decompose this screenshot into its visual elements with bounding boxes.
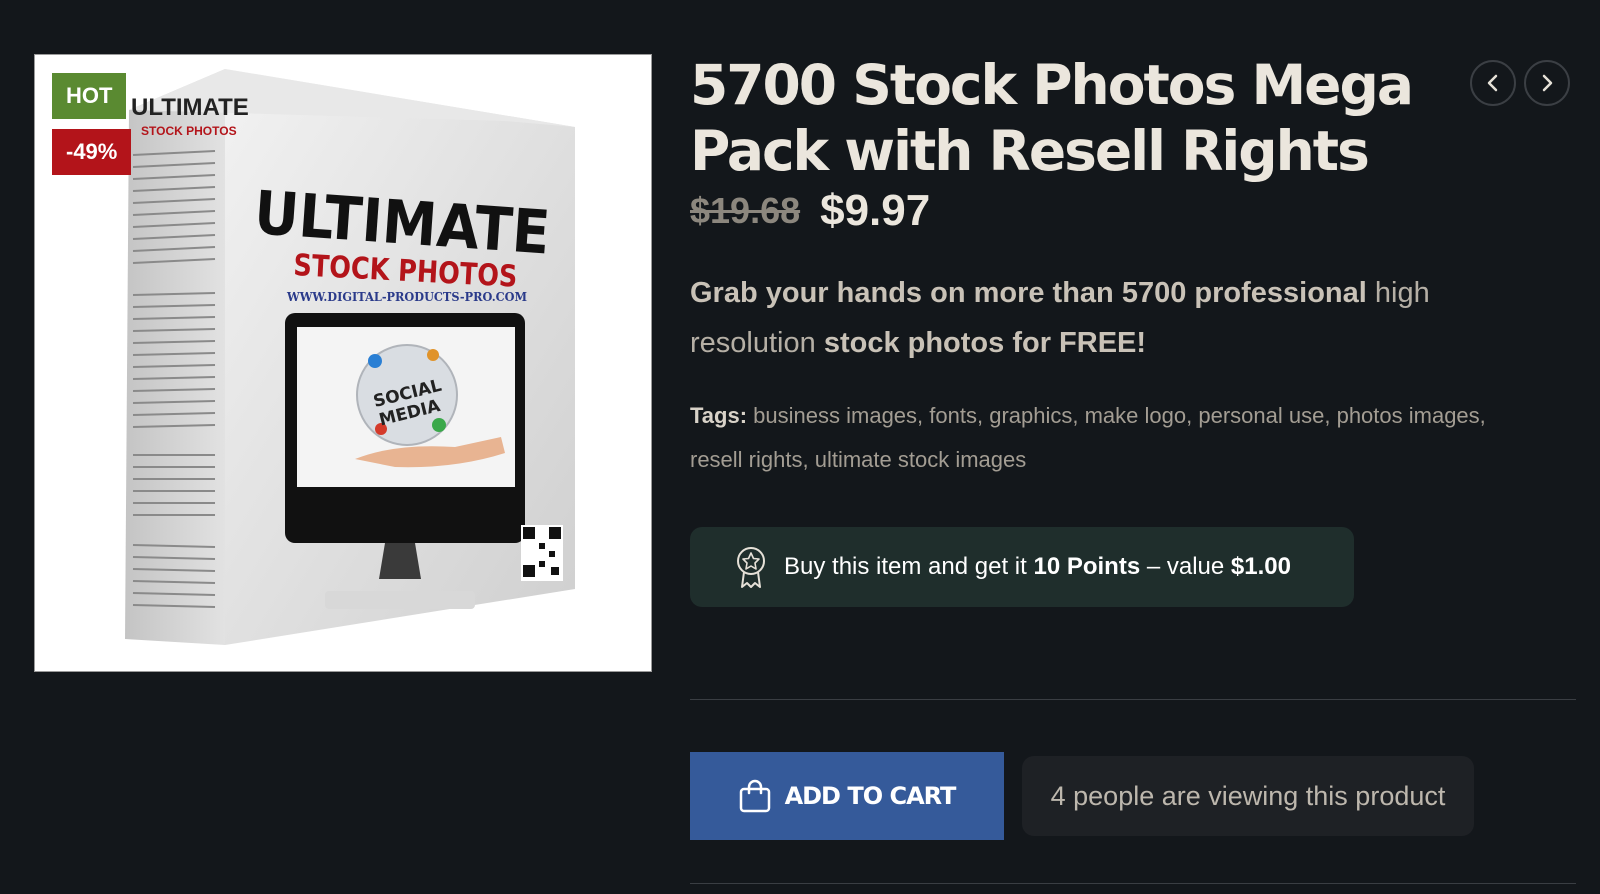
divider — [690, 699, 1576, 700]
tag-link[interactable]: business images — [753, 403, 917, 428]
tag-link[interactable]: personal use — [1198, 403, 1324, 428]
previous-product-button[interactable] — [1470, 60, 1516, 106]
tag-link[interactable]: graphics — [989, 403, 1072, 428]
viewers-text: 4 people are viewing this product — [1050, 780, 1446, 811]
divider — [690, 883, 1576, 884]
product-title: 5700 Stock Photos Mega Pack with Resell … — [690, 53, 1414, 183]
add-to-cart-button[interactable]: ADD TO CART — [690, 752, 1004, 840]
sale-price: $9.97 — [820, 186, 931, 235]
points-text-1: Buy this item and get it — [784, 553, 1034, 580]
chevron-left-icon — [1487, 74, 1498, 92]
viewers-notice: 4 people are viewing this product — [1022, 756, 1474, 836]
tag-link[interactable]: fonts — [929, 403, 977, 428]
shopping-bag-icon — [739, 779, 770, 813]
description-bold-1: Grab your hands on more than 5700 profes… — [690, 277, 1367, 309]
points-value: $1.00 — [1230, 553, 1291, 580]
add-to-cart-label: ADD TO CART — [784, 782, 957, 810]
discount-badge: -49% — [52, 129, 132, 175]
points-text-2: – value — [1140, 553, 1231, 580]
hot-badge: HOT — [52, 73, 127, 119]
tag-link[interactable]: ultimate stock images — [815, 447, 1027, 472]
next-product-button[interactable] — [1524, 60, 1570, 106]
tags-label: Tags: — [690, 403, 748, 428]
product-image[interactable]: ULTIMATE STOCK PHOTOS ULTIMATE STOCK PHO… — [34, 54, 652, 672]
short-description: Grab your hands on more than 5700 profes… — [690, 268, 1510, 368]
spine-subtitle: STOCK PHOTOS — [141, 124, 237, 138]
points-amount: 10 Points — [1033, 553, 1141, 580]
box-url: WWW.DIGITAL-PRODUCTS-PRO.COM — [286, 290, 527, 304]
tag-link[interactable]: photos images — [1337, 403, 1480, 428]
award-badge-icon — [734, 545, 768, 589]
tag-link[interactable]: make logo — [1085, 403, 1187, 428]
reward-points-notice: Buy this item and get it 10 Points – val… — [690, 527, 1354, 607]
points-text: Buy this item and get it 10 Points – val… — [784, 553, 1291, 581]
price: $19.68 $9.97 — [690, 183, 930, 239]
chevron-right-icon — [1542, 74, 1553, 92]
spine-title: ULTIMATE — [131, 94, 249, 121]
description-bold-2: stock photos for FREE! — [823, 327, 1147, 359]
original-price: $19.68 — [690, 190, 801, 231]
product-tags: Tags: business images, fonts, graphics, … — [690, 403, 1486, 472]
tag-link[interactable]: resell rights — [690, 447, 802, 472]
